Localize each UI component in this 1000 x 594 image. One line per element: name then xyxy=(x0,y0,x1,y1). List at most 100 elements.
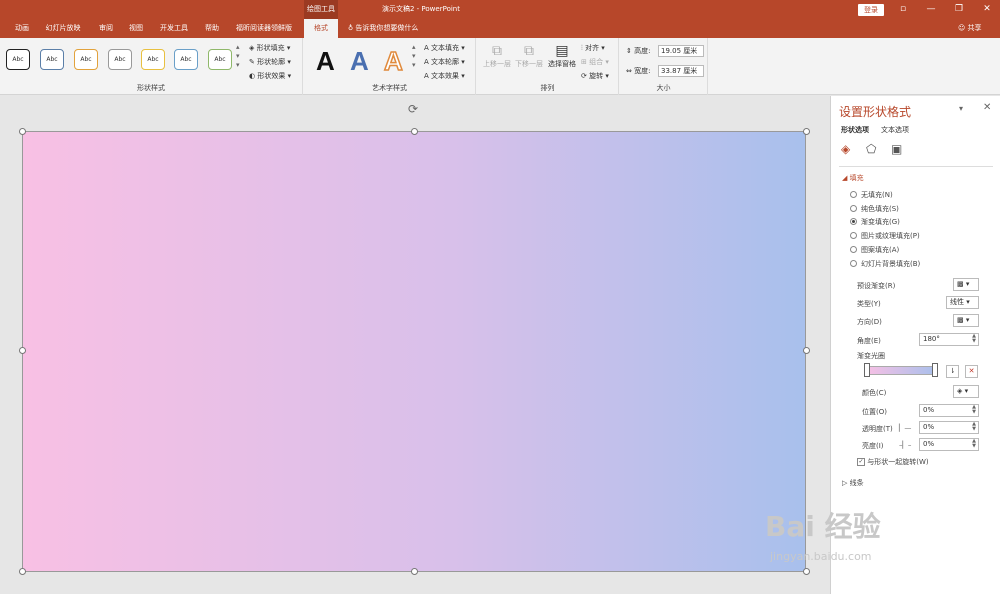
bring-forward-icon: ⧉ xyxy=(492,43,502,59)
line-section-header[interactable]: ▷ 线条 xyxy=(842,478,864,488)
resize-handle[interactable] xyxy=(19,347,26,354)
shape-style-3[interactable]: Abc xyxy=(74,49,98,70)
height-input[interactable]: 19.05 厘米 xyxy=(658,45,704,57)
selection-pane-button[interactable]: ▤ 选择窗格 xyxy=(547,43,577,69)
paint-bucket-icon: ◈ ▾ xyxy=(957,387,969,395)
tab-shape-options[interactable]: 形状选项 xyxy=(841,125,869,135)
tab-format[interactable]: 格式 xyxy=(304,19,338,38)
direction-dropdown[interactable]: ▩ ▾ xyxy=(953,314,979,327)
preset-gradient-dropdown[interactable]: ▩ ▾ xyxy=(953,278,979,291)
fill-line-icon[interactable]: ◈ xyxy=(841,142,850,156)
wordart-style-orange[interactable]: A xyxy=(383,45,403,77)
tab-slideshow[interactable]: 幻灯片放映 xyxy=(40,19,86,38)
rotate-with-shape-checkbox[interactable]: ✓ 与形状一起旋转(W) xyxy=(857,457,929,467)
maximize-icon[interactable]: ❐ xyxy=(946,0,972,19)
bring-forward-button[interactable]: ⧉ 上移一层 xyxy=(483,43,511,69)
shape-style-5[interactable]: Abc xyxy=(141,49,165,70)
transparency-slider[interactable]: ▏— xyxy=(899,424,911,432)
spinner-icon[interactable]: ▲ ▼ xyxy=(972,439,976,449)
tab-view[interactable]: 视图 xyxy=(122,19,150,38)
gradient-stop-start[interactable] xyxy=(864,363,870,377)
group-label: 形状样式 xyxy=(137,84,165,92)
height-icon: ⇕ xyxy=(626,47,635,55)
shape-effect-button[interactable]: ◐ 形状效果 ▾ xyxy=(249,71,291,81)
shape-style-6[interactable]: Abc xyxy=(174,49,198,70)
resize-handle[interactable] xyxy=(411,128,418,135)
share-button[interactable]: ☺ 共享 xyxy=(958,19,982,38)
spinner-icon[interactable]: ▲ ▼ xyxy=(972,405,976,415)
align-button[interactable]: ⫶ 对齐 ▾ xyxy=(581,43,605,53)
remove-stop-icon[interactable]: ✕ xyxy=(965,365,978,378)
group-button[interactable]: ⊞ 组合 ▾ xyxy=(581,57,609,67)
shape-style-1[interactable]: Abc xyxy=(6,49,30,70)
radio-no-fill[interactable]: 无填充(N) xyxy=(850,190,893,200)
brightness-slider[interactable]: –▏– xyxy=(899,441,911,449)
pane-title: 设置形状格式 xyxy=(839,105,912,119)
minimize-icon[interactable]: — xyxy=(918,0,944,19)
type-dropdown[interactable]: 线性 ▾ xyxy=(946,296,979,309)
shape-style-2[interactable]: Abc xyxy=(40,49,64,70)
text-fill-button[interactable]: A 文本填充 ▾ xyxy=(424,43,465,53)
shape-style-7[interactable]: Abc xyxy=(208,49,232,70)
transparency-label: 透明度(T) xyxy=(862,425,893,433)
text-effect-button[interactable]: A 文本效果 ▾ xyxy=(424,71,465,81)
resize-handle[interactable] xyxy=(19,568,26,575)
spinner-icon[interactable]: ▲ ▼ xyxy=(972,422,976,432)
radio-picture-fill[interactable]: 图片或纹理填充(P) xyxy=(850,231,920,241)
brightness-input[interactable]: 0% ▲ ▼ xyxy=(919,438,979,451)
wordart-style-blue[interactable]: A xyxy=(350,46,369,77)
resize-handle[interactable] xyxy=(803,128,810,135)
group-arrange: ⧉ 上移一层 ⧉ 下移一层 ▤ 选择窗格 ⫶ 对齐 ▾ ⊞ 组合 ▾ ⟳ 旋转 ▾ 排… xyxy=(477,38,619,95)
shape-fill-button[interactable]: ◈ 形状填充 ▾ xyxy=(249,43,290,53)
rotate-icon: ⟳ xyxy=(581,72,590,80)
login-button[interactable]: 登录 xyxy=(858,4,884,16)
resize-handle[interactable] xyxy=(411,568,418,575)
tab-animation[interactable]: 动画 xyxy=(8,19,36,38)
text-outline-button[interactable]: A 文本轮廓 ▾ xyxy=(424,57,465,67)
gradient-stops-bar[interactable] xyxy=(864,366,938,375)
fill-section-header[interactable]: ◢ 填充 xyxy=(842,173,864,183)
spinner-icon[interactable]: ▲ ▼ xyxy=(972,334,976,344)
tab-developer[interactable]: 开发工具 xyxy=(154,19,194,38)
color-picker-button[interactable]: ◈ ▾ xyxy=(953,385,979,398)
pane-close-icon[interactable]: ✕ xyxy=(983,102,991,113)
resize-handle[interactable] xyxy=(19,128,26,135)
size-properties-icon[interactable]: ▣ xyxy=(891,142,902,156)
gradient-stop-end[interactable] xyxy=(932,363,938,377)
width-input[interactable]: 33.87 厘米 xyxy=(658,65,704,77)
effects-icon[interactable]: ⬠ xyxy=(866,142,876,156)
ribbon-display-icon[interactable]: ▫ xyxy=(890,0,916,19)
tell-me-input[interactable]: ♁ 告诉我你想要做什么 xyxy=(348,19,418,38)
resize-handle[interactable] xyxy=(803,568,810,575)
radio-background-fill[interactable]: 幻灯片背景填充(B) xyxy=(850,259,920,269)
gradient-rectangle-shape[interactable] xyxy=(22,131,806,572)
wordart-gallery-scroll[interactable]: ▴ ▾ ▾ xyxy=(412,43,416,70)
rotate-button[interactable]: ⟳ 旋转 ▾ xyxy=(581,71,609,81)
shape-outline-button[interactable]: ✎ 形状轮廓 ▾ xyxy=(249,57,291,67)
wordart-style-black[interactable]: A xyxy=(316,46,335,77)
resize-handle[interactable] xyxy=(803,347,810,354)
shape-style-4[interactable]: Abc xyxy=(108,49,132,70)
close-icon[interactable]: ✕ xyxy=(974,0,1000,19)
radio-gradient-fill[interactable]: 渐变填充(G) xyxy=(850,217,900,227)
rotate-handle-icon[interactable]: ⟳ xyxy=(408,102,418,116)
transparency-input[interactable]: 0% ▲ ▼ xyxy=(919,421,979,434)
radio-pattern-fill[interactable]: 图案填充(A) xyxy=(850,245,899,255)
group-label: 艺术字样式 xyxy=(372,84,407,92)
angle-input[interactable]: 180° ▲ ▼ xyxy=(919,333,979,346)
tab-foxit[interactable]: 福昕阅读器领鲜版 xyxy=(230,19,298,38)
selection-pane-icon: ▤ xyxy=(555,43,569,59)
type-label: 类型(Y) xyxy=(857,300,881,308)
add-stop-icon[interactable]: ⇂ xyxy=(946,365,959,378)
paint-bucket-icon: ◈ xyxy=(249,44,257,52)
gradient-swatch-icon: ▩ ▾ xyxy=(957,280,970,288)
gallery-scroll[interactable]: ▴ ▾ ▾ xyxy=(236,43,240,70)
radio-solid-fill[interactable]: 纯色填充(S) xyxy=(850,204,899,214)
position-input[interactable]: 0% ▲ ▼ xyxy=(919,404,979,417)
send-backward-button[interactable]: ⧉ 下移一层 xyxy=(515,43,543,69)
pane-options-icon[interactable]: ▾ xyxy=(959,104,963,113)
tab-text-options[interactable]: 文本选项 xyxy=(881,125,909,135)
group-wordart: A A A ▴ ▾ ▾ A 文本填充 ▾ A 文本轮廓 ▾ A 文本效果 ▾ 艺术字… xyxy=(304,38,476,95)
tab-review[interactable]: 审阅 xyxy=(92,19,120,38)
tab-help[interactable]: 帮助 xyxy=(198,19,226,38)
